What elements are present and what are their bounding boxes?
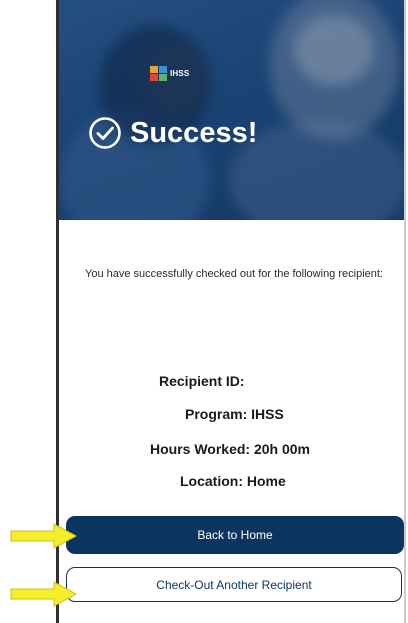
success-heading: Success! [88, 116, 257, 150]
recipient-id-label: Recipient ID: [159, 373, 245, 389]
app-screen: IHSS Success! You have successfully chec… [0, 0, 408, 623]
hero-banner [59, 0, 404, 220]
right-arrow-icon [10, 523, 78, 549]
program-value: Program: IHSS [185, 406, 284, 422]
hours-worked-value: Hours Worked: 20h 00m [150, 441, 311, 457]
check-out-another-recipient-button[interactable]: Check-Out Another Recipient [66, 567, 402, 602]
checkout-message: You have successfully checked out for th… [85, 268, 383, 280]
screen-right-border [404, 0, 406, 623]
location-value: Location: Home [180, 473, 286, 489]
success-title: Success! [130, 116, 258, 149]
right-arrow-icon [10, 581, 78, 607]
ihss-logo-icon [150, 66, 167, 81]
back-to-home-button[interactable]: Back to Home [66, 516, 404, 554]
ihss-logo: IHSS [150, 66, 189, 81]
logo-text: IHSS [170, 69, 190, 78]
check-circle-icon [89, 117, 121, 149]
